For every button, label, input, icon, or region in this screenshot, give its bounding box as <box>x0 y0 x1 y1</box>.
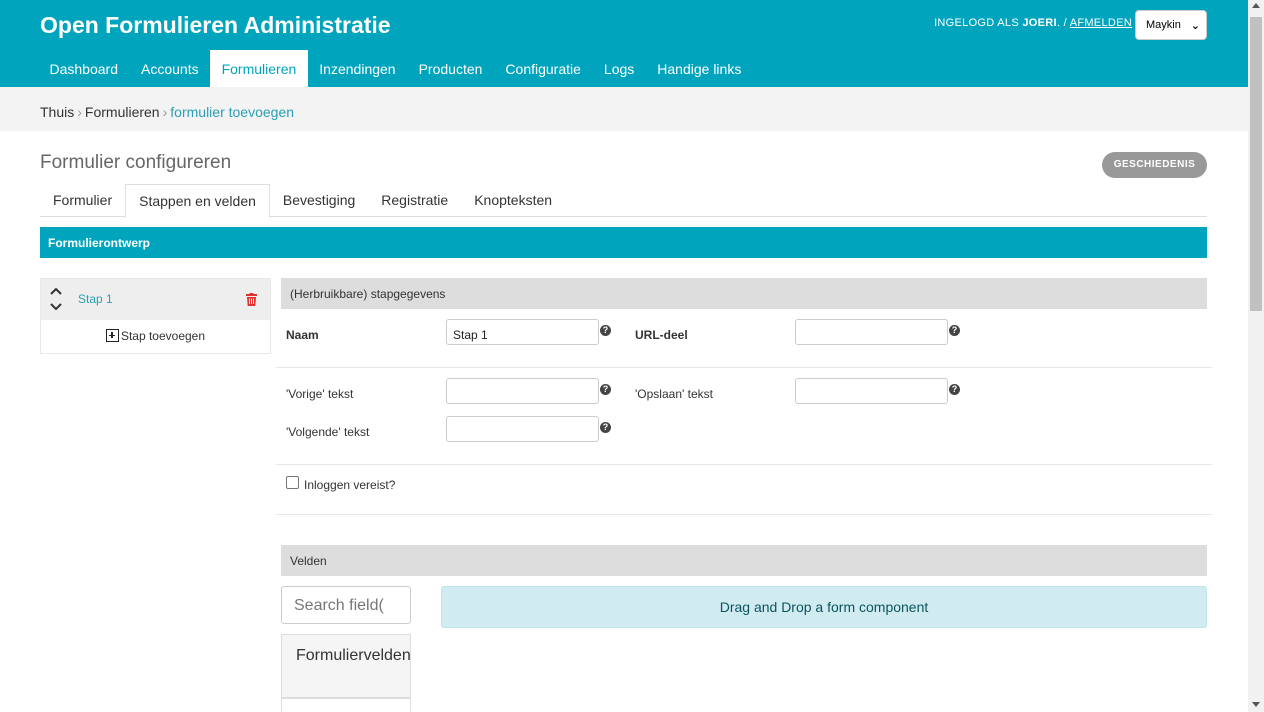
fields-header: Velden <box>281 545 1207 576</box>
divider <box>276 367 1212 368</box>
breadcrumb: Thuis › Formulieren › formulier toevoegen <box>0 87 1248 131</box>
previous-text-field[interactable] <box>446 378 599 404</box>
name-field[interactable] <box>446 319 599 345</box>
plus-square-icon <box>105 329 119 342</box>
nav-item-logs[interactable]: Logs <box>592 50 645 87</box>
help-icon[interactable]: ? <box>600 325 611 336</box>
history-button[interactable]: GESCHIEDENIS <box>1102 152 1207 178</box>
logged-in-prefix: INGELOGD ALS <box>934 17 1019 29</box>
nav-item-handige-links[interactable]: Handige links <box>646 50 753 87</box>
nav-item-configuratie[interactable]: Configuratie <box>494 50 593 87</box>
tab-stappen-en-velden[interactable]: Stappen en velden <box>125 184 270 218</box>
scroll-up-icon[interactable] <box>1252 3 1260 8</box>
help-icon[interactable]: ? <box>949 325 960 336</box>
component-group-form-fields[interactable]: Formuliervelden <box>281 634 411 698</box>
breadcrumb-separator: › <box>162 104 168 120</box>
component-group[interactable] <box>281 698 411 712</box>
step-label[interactable]: Stap 1 <box>78 292 113 306</box>
nav-item-accounts[interactable]: Accounts <box>130 50 211 87</box>
page-title: Formulier configureren <box>40 152 232 173</box>
header: Open Formulieren Administratie INGELOGD … <box>0 0 1248 87</box>
previous-text-label: 'Vorige' tekst <box>286 387 354 401</box>
breadcrumb-separator: › <box>77 104 82 120</box>
login-required-label: Inloggen vereist? <box>304 478 396 492</box>
username: JOERI <box>1022 17 1057 29</box>
main-nav: Dashboard Accounts Formulieren Inzending… <box>38 50 753 87</box>
scrollbar-thumb[interactable] <box>1250 17 1262 311</box>
logout-link[interactable]: AFMELDEN <box>1070 17 1132 29</box>
breadcrumb-current: formulier toevoegen <box>170 104 295 120</box>
chevron-up-icon[interactable] <box>49 285 63 299</box>
next-text-label: 'Volgende' tekst <box>286 425 370 439</box>
form-design-header: Formulierontwerp <box>40 227 1207 258</box>
page-scrollbar[interactable] <box>1248 0 1264 712</box>
save-text-label: 'Opslaan' tekst <box>635 387 713 401</box>
form-tabs: Formulier Stappen en velden Bevestiging … <box>40 184 1207 218</box>
tab-registratie[interactable]: Registratie <box>368 184 461 217</box>
nav-item-producten[interactable]: Producten <box>407 50 494 87</box>
step-details-header: (Herbruikbare) stapgegevens <box>281 278 1207 309</box>
organisation-select[interactable]: Maykin ⌄ <box>1135 10 1207 40</box>
organisation-select-value: Maykin <box>1146 19 1181 31</box>
admin-page: Open Formulieren Administratie INGELOGD … <box>0 0 1248 712</box>
step-item[interactable]: Stap 1 <box>41 279 270 320</box>
login-required-checkbox[interactable] <box>286 476 299 489</box>
help-icon[interactable]: ? <box>600 384 611 395</box>
nav-item-inzendingen[interactable]: Inzendingen <box>308 50 407 87</box>
component-dropzone[interactable]: Drag and Drop a form component <box>441 586 1207 628</box>
add-step-button[interactable]: Stap toevoegen <box>41 320 270 355</box>
tab-knopteksten[interactable]: Knopteksten <box>461 184 565 217</box>
trash-icon[interactable] <box>246 293 257 306</box>
step-reorder <box>49 285 63 313</box>
nav-item-formulieren[interactable]: Formulieren <box>210 50 308 87</box>
scroll-down-icon[interactable] <box>1252 702 1260 707</box>
add-step-label: Stap toevoegen <box>120 329 206 343</box>
component-search-input[interactable]: Search field( <box>281 586 411 624</box>
divider <box>276 514 1212 515</box>
divider <box>276 464 1212 465</box>
save-text-field[interactable] <box>795 378 948 404</box>
next-text-field[interactable] <box>446 416 599 442</box>
breadcrumb-home[interactable]: Thuis <box>40 104 74 120</box>
steps-list: Stap 1 Stap toevoegen <box>40 278 271 354</box>
user-tools: INGELOGD ALS JOERI. / AFMELDEN <box>934 17 1132 29</box>
help-icon[interactable]: ? <box>949 384 960 395</box>
site-brand[interactable]: Open Formulieren Administratie <box>40 12 391 39</box>
tab-bevestiging[interactable]: Bevestiging <box>270 184 368 217</box>
slug-field[interactable] <box>795 319 948 345</box>
nav-item-dashboard[interactable]: Dashboard <box>38 50 130 87</box>
chevron-down-icon: ⌄ <box>1190 20 1200 32</box>
tab-formulier[interactable]: Formulier <box>40 184 125 217</box>
slug-label: URL-deel <box>635 328 688 342</box>
breadcrumb-forms[interactable]: Formulieren <box>85 104 160 120</box>
chevron-down-icon[interactable] <box>49 299 63 313</box>
name-label: Naam <box>286 328 319 342</box>
help-icon[interactable]: ? <box>600 422 611 433</box>
